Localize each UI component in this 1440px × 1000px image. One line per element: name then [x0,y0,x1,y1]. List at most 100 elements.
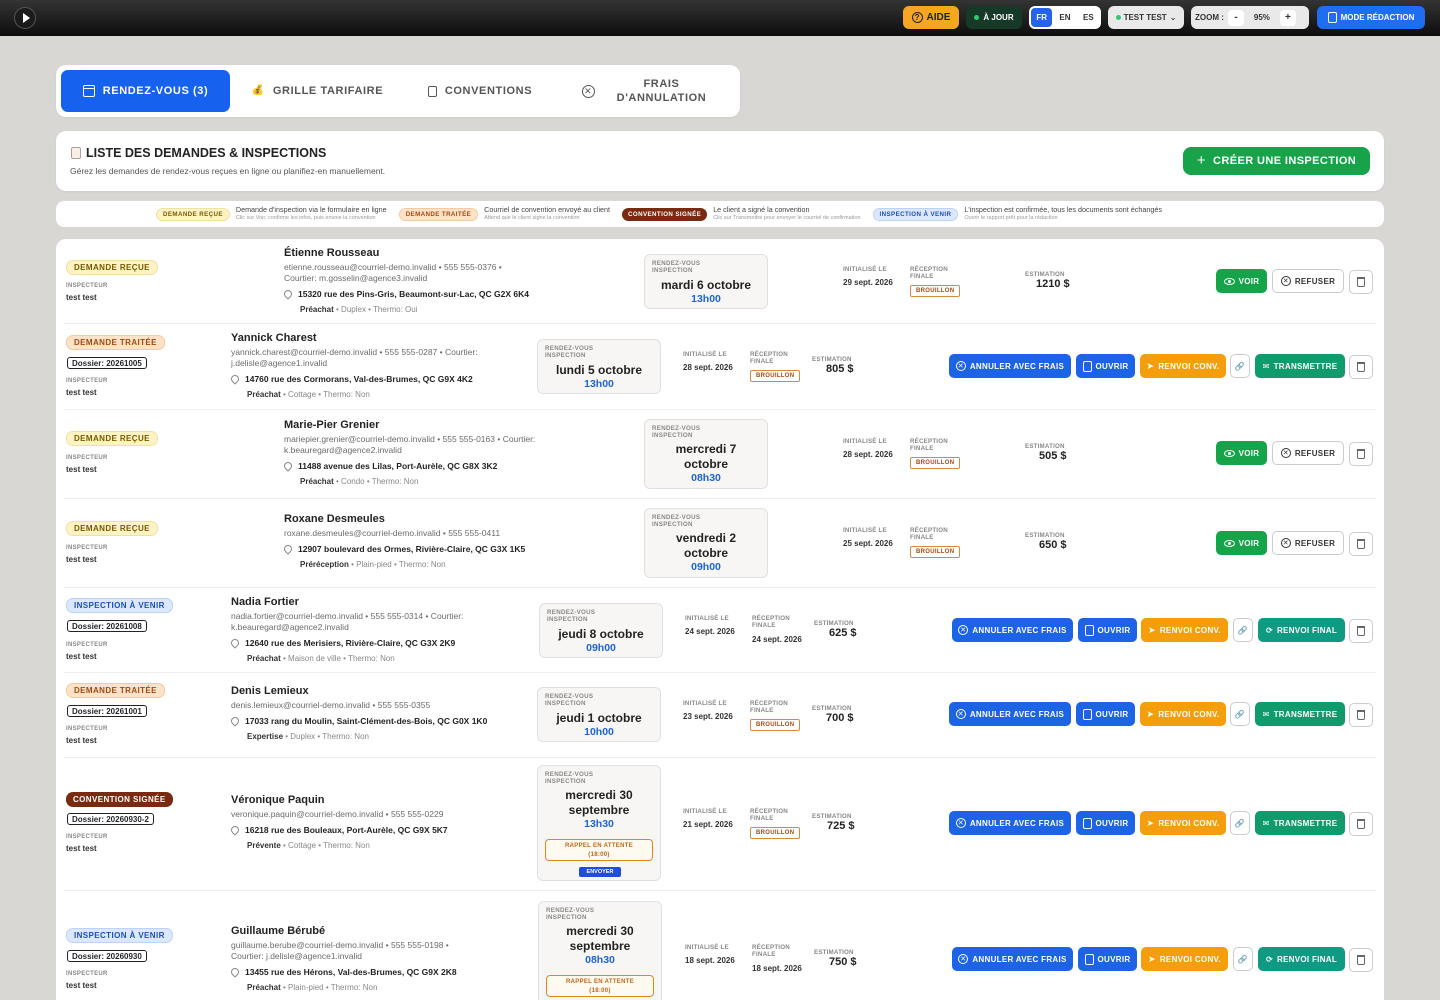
resend-final-label: RENVOI FINAL [1276,954,1338,964]
copy-link-button[interactable]: 🔗 [1233,618,1253,642]
final-reception-label-line1: RÉCEPTION [752,615,790,622]
appointment-time: 13h00 [584,378,614,390]
tab-conventions[interactable]: CONVENTIONS [405,70,555,112]
legend-text: L'inspection est confirmée, tous les doc… [964,206,1162,222]
open-button[interactable]: OUVRIR [1078,618,1137,642]
copy-link-button[interactable]: 🔗 [1230,811,1250,835]
mail-icon: ✉ [1262,361,1270,371]
cancel-with-fees-button[interactable]: ✕ ANNULER AVEC FRAIS [952,947,1073,971]
resend-final-label: RENVOI FINAL [1276,625,1338,635]
client-contact: roxane.desmeules@courriel-demo.invalid •… [284,528,501,538]
view-button[interactable]: VOIR [1216,269,1267,293]
transmit-button[interactable]: ✉ TRANSMETTRE [1255,702,1345,726]
legend-text: Courriel de convention envoyé au client A… [484,206,610,222]
edit-mode-button[interactable]: MODE RÉDACTION [1317,6,1425,29]
copy-link-button[interactable]: 🔗 [1230,354,1250,378]
final-reception-date: 18 sept. 2026 [752,964,802,973]
final-reception-label: RÉCEPTION FINALE [910,266,948,280]
appointment-box: RENDEZ-VOUS INSPECTION jeudi 8 octobre 09… [539,603,663,658]
zoom-in-button[interactable]: + [1279,9,1296,26]
cancel-with-fees-label: ANNULER AVEC FRAIS [969,709,1065,719]
cancel-with-fees-button[interactable]: ✕ ANNULER AVEC FRAIS [949,811,1071,835]
resend-convention-button[interactable]: ➤ RENVOI CONV. [1141,618,1228,642]
resend-convention-label: RENVOI CONV. [1158,818,1220,828]
delete-button[interactable] [1349,948,1373,972]
inspector-label: INSPECTEUR [66,545,108,551]
inspection-type: Expertise • Duplex • Thermo: Non [247,732,487,741]
dossier-badge: Dossier: 20261005 [67,357,147,369]
tab-grille-label: GRILLE TARIFAIRE [272,85,384,97]
appointment-time: 08h30 [691,472,721,484]
copy-link-button[interactable]: 🔗 [1230,702,1250,726]
open-button[interactable]: OUVRIR [1076,354,1135,378]
initialized-label: INITIALISÉ LE [683,808,727,815]
type-main: Préréception [300,560,349,569]
appointment-label-line1: RENDEZ-VOUS [545,345,594,352]
estimate-label: ESTIMATION [1025,443,1065,450]
open-button[interactable]: OUVRIR [1078,947,1137,971]
tab-grille-tarifaire[interactable]: 💰 GRILLE TARIFAIRE [230,70,405,112]
open-button[interactable]: OUVRIR [1076,811,1135,835]
zoom-out-button[interactable]: - [1227,9,1244,26]
delete-button[interactable] [1349,703,1373,727]
refuse-button[interactable]: ✕ REFUSER [1272,531,1344,555]
appointment-date-line2: octobre [683,457,728,471]
legend-item: CONVENTION SIGNÉE Le client a signé la co… [622,206,861,222]
trash-icon [1357,626,1365,636]
resend-convention-button[interactable]: ➤ RENVOI CONV. [1140,702,1226,726]
view-button[interactable]: VOIR [1216,441,1267,465]
copy-link-button[interactable]: 🔗 [1233,947,1253,971]
refuse-button[interactable]: ✕ REFUSER [1272,441,1344,465]
delete-button[interactable] [1349,812,1373,836]
delete-button[interactable] [1349,532,1373,556]
draft-badge: BROUILLON [910,546,961,558]
create-inspection-button[interactable]: + CRÉER UNE INSPECTION [1183,147,1370,175]
send-reminder-button[interactable]: ENVOYER [579,867,621,877]
play-button[interactable] [14,7,36,29]
cancel-with-fees-button[interactable]: ✕ ANNULER AVEC FRAIS [949,354,1071,378]
location-pin-icon [229,824,241,836]
lang-en-button[interactable]: EN [1054,8,1075,27]
estimate-value: 725 $ [827,820,855,832]
resend-final-button[interactable]: ⟳ RENVOI FINAL [1258,947,1345,971]
resend-convention-button[interactable]: ➤ RENVOI CONV. [1140,354,1226,378]
initialized-date: 21 sept. 2026 [683,820,733,829]
tab-conventions-label: CONVENTIONS [444,85,533,97]
location-pin-icon [282,288,294,300]
x-circle-icon: ✕ [1280,538,1291,548]
transmit-button[interactable]: ✉ TRANSMETTRE [1255,811,1345,835]
delete-button[interactable] [1349,442,1373,466]
resend-final-button[interactable]: ⟳ RENVOI FINAL [1258,618,1345,642]
cancel-with-fees-button[interactable]: ✕ ANNULER AVEC FRAIS [952,618,1073,642]
cancel-with-fees-button[interactable]: ✕ ANNULER AVEC FRAIS [949,702,1071,726]
open-button[interactable]: OUVRIR [1076,702,1135,726]
help-label: AIDE [926,12,951,23]
lang-es-button[interactable]: ES [1078,8,1099,27]
type-details: • Cottage • Thermo: Non [280,841,370,850]
transmit-button[interactable]: ✉ TRANSMETTRE [1255,354,1345,378]
resend-convention-button[interactable]: ➤ RENVOI CONV. [1141,947,1228,971]
type-main: Expertise [247,732,284,741]
lang-fr-button[interactable]: FR [1031,8,1053,27]
tab-frais-annulation[interactable]: ✕ FRAIS D'ANNULATION [555,70,733,112]
appointment-box: RENDEZ-VOUS INSPECTION vendredi 2 octobre… [644,508,768,578]
x-circle-icon: ✕ [955,709,966,719]
appointment-date: mercredi 7 [675,442,737,456]
location-pin-icon [229,715,241,727]
resend-convention-button[interactable]: ➤ RENVOI CONV. [1140,811,1226,835]
client-contact-line2: Courtier: j.delisle@agence1.invalid [231,951,363,961]
view-button[interactable]: VOIR [1216,531,1267,555]
delete-button[interactable] [1349,270,1373,294]
delete-button[interactable] [1349,355,1373,379]
delete-button[interactable] [1349,619,1373,643]
tab-rendez-vous[interactable]: RENDEZ-VOUS (3) [61,70,230,112]
play-icon [22,13,30,23]
refuse-button[interactable]: ✕ REFUSER [1272,269,1344,293]
appointment-label: RENDEZ-VOUS INSPECTION [545,345,635,359]
help-button[interactable]: ? AIDE [903,6,959,29]
status-badge: DEMANDE REÇUE [66,521,158,536]
x-circle-icon: ✕ [955,818,966,828]
table-row: INSPECTION À VENIR Dossier: 20260930 INS… [64,891,1376,1000]
user-menu[interactable]: TEST TEST ⌄ [1108,6,1184,29]
status-badge: INSPECTION À VENIR [66,928,173,943]
